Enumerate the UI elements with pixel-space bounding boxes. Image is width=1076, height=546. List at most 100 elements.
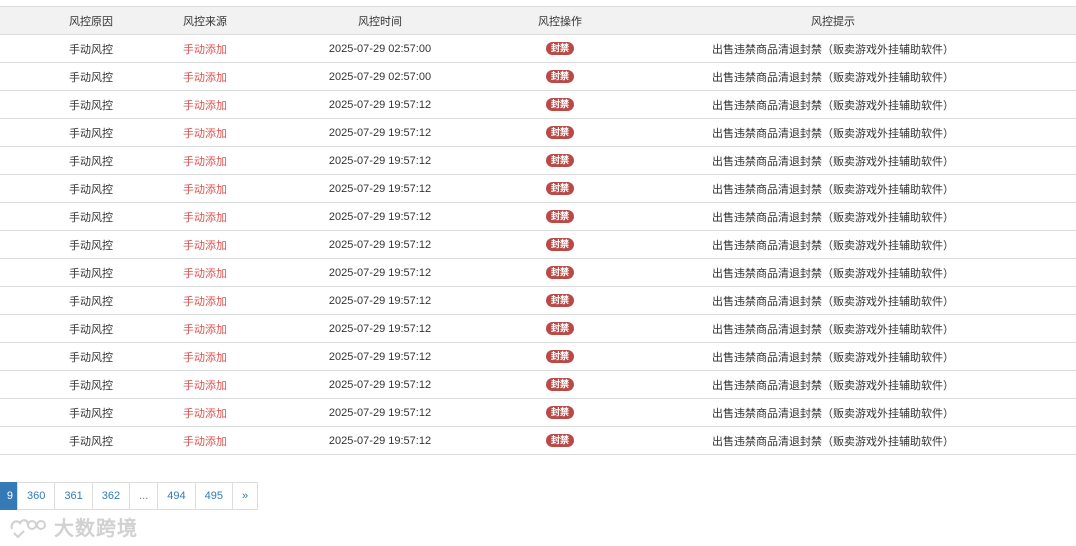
cell-source: 手动添加 <box>180 202 230 231</box>
cell-time: 2025-07-29 19:57:12 <box>230 230 530 259</box>
page-link[interactable]: 495 <box>194 482 233 510</box>
ban-badge: 封禁 <box>545 406 574 419</box>
risk-control-table: 风控原因 风控来源 风控时间 风控操作 风控提示 手动风控 手动添加 2025-07… <box>0 6 1076 455</box>
cell-source: 手动添加 <box>180 258 230 287</box>
ban-badge: 封禁 <box>545 42 574 55</box>
cell-hint: 出售违禁商品清退封禁（贩卖游戏外挂辅助软件） <box>590 258 1076 287</box>
table-row: 手动风控 手动添加 2025-07-29 19:57:12 封禁 出售违禁商品清退封禁（… <box>0 118 1076 147</box>
cell-action: 封禁 <box>530 118 590 147</box>
header-action: 风控操作 <box>530 6 590 35</box>
page-link[interactable]: 494 <box>157 482 196 510</box>
cell-source: 手动添加 <box>180 90 230 119</box>
cell-source: 手动添加 <box>180 342 230 371</box>
cell-action: 封禁 <box>530 286 590 315</box>
watermark-text: 大数跨境 <box>54 518 138 540</box>
cell-hint: 出售违禁商品清退封禁（贩卖游戏外挂辅助软件） <box>590 90 1076 119</box>
cell-reason: 手动风控 <box>0 426 180 455</box>
cell-hint: 出售违禁商品清退封禁（贩卖游戏外挂辅助软件） <box>590 314 1076 343</box>
table-row: 手动风控 手动添加 2025-07-29 02:57:00 封禁 出售违禁商品清退封禁（… <box>0 34 1076 63</box>
table-body: 手动风控 手动添加 2025-07-29 02:57:00 封禁 出售违禁商品清退封禁（… <box>0 34 1076 455</box>
cell-source: 手动添加 <box>180 146 230 175</box>
cell-source: 手动添加 <box>180 314 230 343</box>
cell-time: 2025-07-29 19:57:12 <box>230 342 530 371</box>
cell-reason: 手动风控 <box>0 62 180 91</box>
cell-action: 封禁 <box>530 174 590 203</box>
page-link[interactable]: 362 <box>91 482 131 510</box>
cell-reason: 手动风控 <box>0 314 180 343</box>
table-row: 手动风控 手动添加 2025-07-29 19:57:12 封禁 出售违禁商品清退封禁（… <box>0 90 1076 119</box>
cell-hint: 出售违禁商品清退封禁（贩卖游戏外挂辅助软件） <box>590 398 1076 427</box>
risk-control-table-container: 风控原因 风控来源 风控时间 风控操作 风控提示 手动风控 手动添加 2025-07… <box>0 6 1076 455</box>
cell-action: 封禁 <box>530 90 590 119</box>
cell-reason: 手动风控 <box>0 34 180 63</box>
cell-hint: 出售违禁商品清退封禁（贩卖游戏外挂辅助软件） <box>590 230 1076 259</box>
cell-hint: 出售违禁商品清退封禁（贩卖游戏外挂辅助软件） <box>590 62 1076 91</box>
table-row: 手动风控 手动添加 2025-07-29 19:57:12 封禁 出售违禁商品清退封禁（… <box>0 258 1076 287</box>
ban-badge: 封禁 <box>545 378 574 391</box>
table-row: 手动风控 手动添加 2025-07-29 19:57:12 封禁 出售违禁商品清退封禁（… <box>0 202 1076 231</box>
table-row: 手动风控 手动添加 2025-07-29 19:57:12 封禁 出售违禁商品清退封禁（… <box>0 426 1076 455</box>
table-row: 手动风控 手动添加 2025-07-29 19:57:12 封禁 出售违禁商品清退封禁（… <box>0 342 1076 371</box>
ban-badge: 封禁 <box>545 154 574 167</box>
header-time: 风控时间 <box>230 6 530 35</box>
cell-hint: 出售违禁商品清退封禁（贩卖游戏外挂辅助软件） <box>590 370 1076 399</box>
cell-time: 2025-07-29 19:57:12 <box>230 146 530 175</box>
cell-action: 封禁 <box>530 258 590 287</box>
cell-hint: 出售违禁商品清退封禁（贩卖游戏外挂辅助软件） <box>590 286 1076 315</box>
cell-source: 手动添加 <box>180 286 230 315</box>
ban-badge: 封禁 <box>545 126 574 139</box>
cell-action: 封禁 <box>530 426 590 455</box>
cell-time: 2025-07-29 19:57:12 <box>230 258 530 287</box>
ban-badge: 封禁 <box>545 98 574 111</box>
cell-time: 2025-07-29 19:57:12 <box>230 90 530 119</box>
table-row: 手动风控 手动添加 2025-07-29 19:57:12 封禁 出售违禁商品清退封禁（… <box>0 314 1076 343</box>
page-link[interactable]: 360 <box>17 482 56 510</box>
cell-reason: 手动风控 <box>0 174 180 203</box>
watermark-logo-icon <box>10 518 46 538</box>
next-page-button[interactable]: » <box>231 482 259 510</box>
pagination: 9 360 361 362 ... 494 495 » <box>0 482 259 510</box>
cell-source: 手动添加 <box>180 398 230 427</box>
cell-hint: 出售违禁商品清退封禁（贩卖游戏外挂辅助软件） <box>590 342 1076 371</box>
cell-reason: 手动风控 <box>0 286 180 315</box>
cell-reason: 手动风控 <box>0 258 180 287</box>
cell-time: 2025-07-29 19:57:12 <box>230 426 530 455</box>
header-source: 风控来源 <box>180 6 230 35</box>
cell-reason: 手动风控 <box>0 118 180 147</box>
page-current[interactable]: 9 <box>0 482 18 510</box>
watermark: 大数跨境 <box>8 512 138 541</box>
cell-reason: 手动风控 <box>0 230 180 259</box>
cell-time: 2025-07-29 02:57:00 <box>230 62 530 91</box>
cell-time: 2025-07-29 19:57:12 <box>230 370 530 399</box>
cell-time: 2025-07-29 19:57:12 <box>230 286 530 315</box>
cell-source: 手动添加 <box>180 174 230 203</box>
cell-source: 手动添加 <box>180 370 230 399</box>
cell-hint: 出售违禁商品清退封禁（贩卖游戏外挂辅助软件） <box>590 202 1076 231</box>
cell-time: 2025-07-29 02:57:00 <box>230 34 530 63</box>
cell-source: 手动添加 <box>180 426 230 455</box>
ban-badge: 封禁 <box>545 70 574 83</box>
ban-badge: 封禁 <box>545 266 574 279</box>
ban-badge: 封禁 <box>545 350 574 363</box>
ban-badge: 封禁 <box>545 238 574 251</box>
table-row: 手动风控 手动添加 2025-07-29 19:57:12 封禁 出售违禁商品清退封禁（… <box>0 146 1076 175</box>
table-row: 手动风控 手动添加 2025-07-29 19:57:12 封禁 出售违禁商品清退封禁（… <box>0 174 1076 203</box>
cell-reason: 手动风控 <box>0 342 180 371</box>
table-row: 手动风控 手动添加 2025-07-29 02:57:00 封禁 出售违禁商品清退封禁（… <box>0 62 1076 91</box>
page-link[interactable]: 361 <box>54 482 93 510</box>
header-hint: 风控提示 <box>590 6 1076 35</box>
header-reason: 风控原因 <box>0 6 180 35</box>
table-row: 手动风控 手动添加 2025-07-29 19:57:12 封禁 出售违禁商品清退封禁（… <box>0 230 1076 259</box>
cell-hint: 出售违禁商品清退封禁（贩卖游戏外挂辅助软件） <box>590 118 1076 147</box>
cell-action: 封禁 <box>530 398 590 427</box>
cell-source: 手动添加 <box>180 230 230 259</box>
cell-source: 手动添加 <box>180 118 230 147</box>
cell-reason: 手动风控 <box>0 202 180 231</box>
cell-action: 封禁 <box>530 314 590 343</box>
table-row: 手动风控 手动添加 2025-07-29 19:57:12 封禁 出售违禁商品清退封禁（… <box>0 398 1076 427</box>
cell-action: 封禁 <box>530 370 590 399</box>
cell-action: 封禁 <box>530 62 590 91</box>
cell-action: 封禁 <box>530 146 590 175</box>
cell-action: 封禁 <box>530 34 590 63</box>
ban-badge: 封禁 <box>545 182 574 195</box>
